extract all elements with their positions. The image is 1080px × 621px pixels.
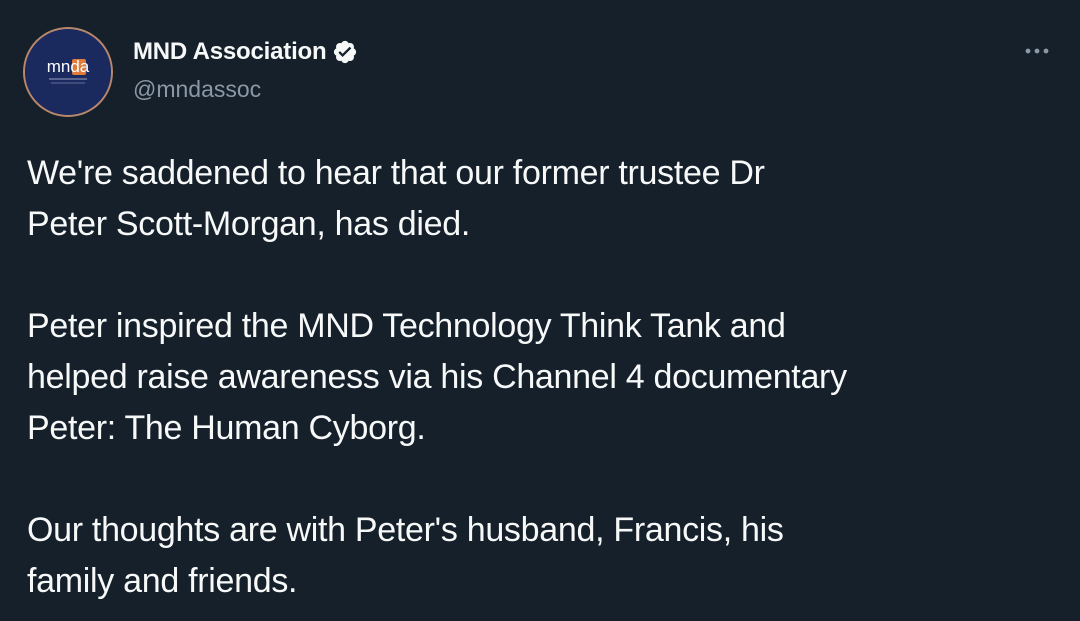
mnda-logo-icon: mnda xyxy=(25,29,111,115)
avatar[interactable]: mnda xyxy=(25,29,111,115)
author-name-row: MND Association xyxy=(133,36,358,68)
tweet-paragraph: Peter inspired the MND Technology Think … xyxy=(27,307,847,447)
tweet-paragraph: We're saddened to hear that our former t… xyxy=(27,154,765,243)
verified-badge-icon xyxy=(332,39,358,65)
author-block: MND Association @mndassoc xyxy=(133,36,358,103)
avatar-logo-text: mnda xyxy=(47,57,90,76)
more-options-icon xyxy=(1025,48,1049,54)
tweet-text: We're saddened to hear that our former t… xyxy=(27,148,1057,607)
tweet-paragraph: Our thoughts are with Peter's husband, F… xyxy=(27,511,784,600)
display-name[interactable]: MND Association xyxy=(133,38,327,66)
user-handle[interactable]: @mndassoc xyxy=(133,76,358,103)
tweet-card: mnda MND Association @mndassoc We're sad… xyxy=(0,0,1080,621)
more-options-button[interactable] xyxy=(1022,36,1052,66)
